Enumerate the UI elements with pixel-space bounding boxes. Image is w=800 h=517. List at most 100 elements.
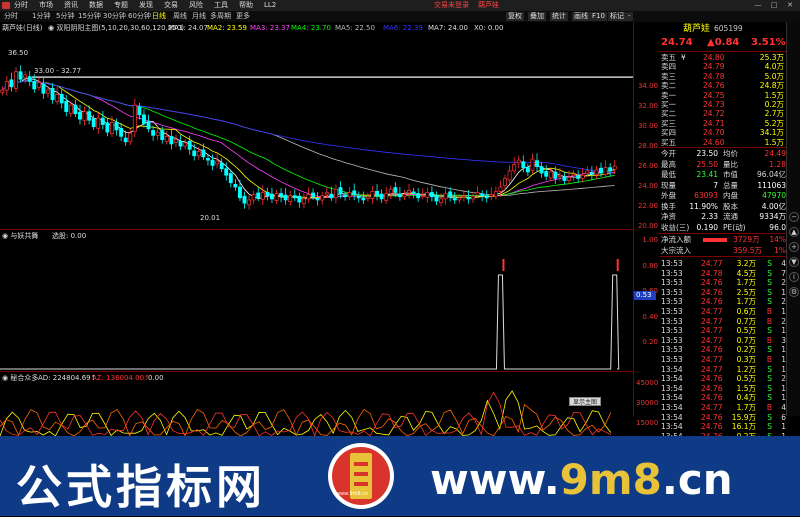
tick-row[interactable]: 13:54 24.76 1.5万 S 1 [661,384,786,394]
kline-chart[interactable] [0,34,633,228]
zoom-out-icon[interactable]: − [789,212,799,222]
info-icon[interactable]: i [789,272,799,282]
period-tab[interactable]: 60分钟 [128,11,151,22]
tick-row[interactable]: 13:54 24.76 16.1万 S 1 [661,422,786,432]
banner-url[interactable]: www.9m8.cn [430,455,733,504]
tick-row[interactable]: 13:53 24.77 0.7万 B 3 [661,336,786,346]
orderbook-row[interactable]: 卖一 24.75 1.5万 [661,91,786,101]
candle-body [68,104,73,114]
toolbar-button[interactable]: - [626,12,633,21]
axis-divider [633,22,634,416]
axis-tick-label: 0.20 [642,338,658,346]
stat-label: 外盘 [661,191,676,200]
tick-row[interactable]: 13:54 24.76 0.5万 S 2 [661,374,786,384]
period-tab[interactable]: 30分钟 [103,11,126,22]
tick-row[interactable]: 13:53 24.76 1.7万 S 2 [661,278,786,288]
orderbook-row[interactable]: 买一 24.73 0.2万 [661,100,786,110]
toolbar-button[interactable]: 画线 [572,12,590,21]
flow-bar [703,238,727,242]
axis-tick-label: 1.00 [642,236,658,244]
tick-row[interactable]: 13:53 24.78 4.5万 S 7 [661,269,786,279]
indicator2-chart[interactable] [0,383,633,436]
toolbar-button[interactable]: 统计 [550,12,568,21]
candle-body [23,74,28,78]
period-tab[interactable]: 1分钟 [32,11,50,22]
orderbook-row[interactable]: 卖三 24.78 5.0万 [661,72,786,82]
tick-row[interactable]: 13:54 24.76 0.4万 S 1 [661,393,786,403]
orderbook-volume: 5.0万 [764,71,784,81]
tick-row[interactable]: 13:53 24.77 0.5万 S 1 [661,326,786,336]
show-main-chart-button[interactable]: 显示主图 [569,397,601,406]
candle-body [91,118,96,128]
minimize-icon[interactable]: — [752,0,764,11]
period-tab[interactable]: 5分钟 [56,11,74,22]
login-status[interactable]: 交易未登录 [434,0,469,11]
tick-volume: 16.1万 [731,422,756,432]
tick-direction: B [766,316,772,326]
candle-body [452,198,457,201]
menu-item[interactable]: 分时 [14,1,28,9]
ma-legend-item: MA5: 22.50 [335,24,375,32]
toolbar-button[interactable]: F10 [590,12,607,21]
tick-row[interactable]: 13:53 24.77 0.3万 B 1 [661,355,786,365]
menu-item[interactable]: 交易 [164,1,178,9]
orderbook-row[interactable]: 买二 24.72 2.7万 [661,109,786,119]
orderbook-price: 24.70 [703,128,725,138]
tick-row[interactable]: 13:53 24.76 1.7万 S 2 [661,297,786,307]
settings-icon[interactable]: ⚙ [789,287,799,297]
tick-row[interactable]: 13:53 24.76 0.2万 S 1 [661,345,786,355]
tick-row[interactable]: 13:53 24.77 0.7万 B 2 [661,317,786,327]
toolbar-button[interactable]: 标记 [608,12,626,21]
toolbar-button[interactable]: 叠加 [528,12,546,21]
menu-item[interactable]: 市场 [39,1,53,9]
tick-row[interactable]: 13:53 24.76 2.5万 S 1 [661,288,786,298]
period-tab[interactable]: 15分钟 [78,11,101,22]
menu-item[interactable]: 专题 [114,1,128,9]
axis-tick-label: 34.00 [637,82,658,90]
toolbar-button[interactable]: 复权 [506,12,524,21]
menu-item[interactable]: 发现 [139,1,153,9]
maximize-icon[interactable]: □ [768,0,780,11]
menu-item[interactable]: LL2 [264,1,276,9]
period-tab[interactable]: 分时 [4,11,18,22]
menu-item[interactable]: 风险 [189,1,203,9]
orderbook-row[interactable]: 买五 24.60 1.5万 [661,138,786,148]
orderbook-row[interactable]: 卖五 ¥24.80 25.3万 [661,53,786,63]
orderbook-row[interactable]: 买四 24.70 34.1万 [661,128,786,138]
candle-body [100,117,105,125]
tick-row[interactable]: 13:54 24.76 15.9万 S 6 [661,413,786,423]
ma-legend-item: ◉ 双阳阴阳主图(5,10,20,30,60,120,250) [48,24,184,32]
stat-row: 净资 2.33 流通 9334万 [661,212,786,222]
indicator1-chart[interactable] [0,241,633,371]
period-tab[interactable]: 更多 [236,11,250,22]
candle-body [594,169,599,175]
candle-body [507,170,512,181]
candle-body [142,114,146,124]
tick-row[interactable]: 13:53 24.77 3.2万 S 4 [661,259,786,269]
orderbook-row[interactable]: 卖二 24.76 24.8万 [661,81,786,91]
candle-body [210,159,215,166]
ma-legend: 葫芦娃(日线) ◉ 双阳阴阳主图(5,10,20,30,60,120,250) MA… [0,23,633,34]
scroll-up-icon[interactable]: ▲ [789,227,799,237]
zoom-in-icon[interactable]: + [789,242,799,252]
tick-row[interactable]: 13:53 24.77 0.6万 B 1 [661,307,786,317]
candle-body [137,106,142,116]
stat-label: 量比 [723,159,738,169]
orderbook-label: 卖五 [661,53,676,62]
period-tab[interactable]: 周线 [173,11,187,22]
candle-body [160,130,165,140]
period-tab[interactable]: 多周期 [210,11,231,22]
tick-row[interactable]: 13:54 24.77 1.2万 S 1 [661,365,786,375]
scroll-down-icon[interactable]: ▼ [789,257,799,267]
menu-item[interactable]: 工具 [214,1,228,9]
menu-item[interactable]: 数据 [89,1,103,9]
menu-item[interactable]: 帮助 [239,1,253,9]
stat-value: 111063 [757,180,786,190]
period-tab[interactable]: 月线 [192,11,206,22]
tick-row[interactable]: 13:54 24.77 1.7万 B 4 [661,403,786,413]
orderbook-row[interactable]: 卖四 24.79 4.0万 [661,62,786,72]
close-icon[interactable]: ✕ [784,0,796,11]
orderbook-row[interactable]: 买三 24.71 5.2万 [661,119,786,129]
period-tab[interactable]: 日线 [152,11,166,22]
menu-item[interactable]: 资讯 [64,1,78,9]
